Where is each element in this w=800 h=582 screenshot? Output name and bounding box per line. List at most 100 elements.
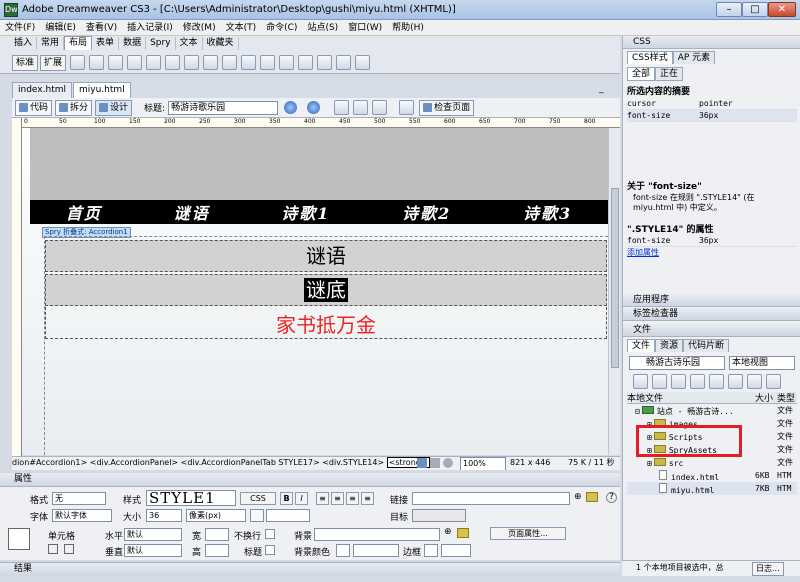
code-view-button[interactable]: 代码 (15, 99, 53, 116)
accordion-panel-tab-riddle[interactable]: 谜语 (45, 240, 607, 272)
design-view[interactable]: 首页 谜语 诗歌1 诗歌2 诗歌3 Spry 折叠式: Accordion1 谜… (22, 128, 608, 455)
spry-tabs-icon[interactable] (165, 55, 181, 70)
view-options-icon[interactable] (353, 100, 369, 115)
col-size[interactable]: 大小 (755, 391, 777, 404)
format-select[interactable]: 无 (52, 492, 106, 505)
standard-mode-button[interactable]: 标准 (12, 54, 39, 71)
visual-aids-icon[interactable] (372, 100, 388, 115)
spry-accordion-icon[interactable] (184, 55, 200, 70)
bold-button[interactable]: B (280, 492, 293, 505)
table-grid-icon[interactable] (222, 55, 238, 70)
close-button[interactable]: ✕ (768, 2, 796, 17)
design-vertical-scrollbar[interactable] (608, 128, 620, 455)
insert-tab-data[interactable]: 数据 (119, 36, 147, 50)
iframe-icon[interactable] (317, 55, 333, 70)
menu-commands[interactable]: 命令(C) (261, 20, 302, 36)
insert-column-right-icon[interactable] (298, 55, 314, 70)
layer-icon[interactable] (89, 55, 105, 70)
add-property-link[interactable]: 添加属性 (627, 247, 659, 258)
tree-row[interactable]: ⊞ src 文件 (627, 456, 797, 469)
header-checkbox[interactable] (265, 545, 275, 555)
snippets-tab[interactable]: 代码片断 (683, 339, 730, 352)
align-center-button[interactable]: ≡ (331, 492, 344, 505)
app-panel-header[interactable]: 应用程序 (623, 294, 800, 307)
doc-tab-index[interactable]: index.html (12, 82, 72, 98)
align-left-button[interactable]: ≡ (316, 492, 329, 505)
rule-row[interactable]: font-size 36px (627, 235, 797, 247)
expand-icon[interactable] (766, 374, 781, 389)
menu-file[interactable]: 文件(F) (0, 20, 40, 36)
spry-collapsible-icon[interactable] (203, 55, 219, 70)
tree-row[interactable]: ⊟ 站点 - 畅游古诗... 文件 (627, 404, 797, 417)
log-button[interactable]: 日志... (752, 562, 784, 576)
page-title-input[interactable]: 畅游诗歌乐园 (168, 100, 279, 115)
preview-globe-icon[interactable] (307, 101, 321, 114)
check-page-button[interactable]: 检查页面 (419, 99, 475, 116)
hand-tool-icon[interactable] (430, 458, 440, 468)
zoom-select[interactable]: 100% (460, 457, 506, 470)
maximize-button[interactable]: □ (742, 2, 768, 17)
expanded-mode-button[interactable]: 扩展 (40, 54, 67, 71)
files-tab[interactable]: 文件 (627, 339, 656, 352)
insert-tab-spry[interactable]: Spry (146, 36, 176, 50)
split-view-button[interactable]: 拆分 (55, 99, 93, 116)
doc-tab-miyu[interactable]: miyu.html (72, 82, 131, 98)
summary-row[interactable]: font-size 36px (627, 110, 797, 122)
bgcolor-swatch[interactable] (336, 544, 350, 557)
menu-insert[interactable]: 插入记录(I) (122, 20, 178, 36)
results-bar[interactable]: 结果 (0, 562, 620, 576)
link-input[interactable] (412, 492, 570, 505)
tree-row[interactable]: miyu.html 7KB HTM (627, 482, 797, 495)
justify-button[interactable]: ≡ (361, 492, 374, 505)
table-icon[interactable] (70, 55, 86, 70)
zoom-tool-icon[interactable] (443, 458, 453, 468)
site-select[interactable]: 畅游古诗乐园 (629, 356, 725, 370)
nav-poem2[interactable]: 诗歌2 (402, 200, 451, 224)
nowrap-checkbox[interactable] (265, 529, 275, 539)
text-color-input[interactable] (266, 509, 310, 522)
put-files-icon[interactable] (690, 374, 705, 389)
width-input[interactable] (205, 528, 229, 541)
accordion-widget[interactable]: 谜语 谜底 家书抵万金 (44, 236, 608, 455)
tag-inspector-header[interactable]: 标签检查器 (623, 308, 800, 321)
style-select[interactable]: STYLE1 (146, 490, 236, 506)
summary-row[interactable]: cursor pointer (627, 98, 797, 110)
minimize-button[interactable]: – (716, 2, 742, 17)
nav-riddle[interactable]: 谜语 (174, 200, 210, 224)
bg-input[interactable] (314, 528, 440, 541)
tree-row[interactable]: index.html 6KB HTM (627, 469, 797, 482)
browser-check-icon[interactable] (284, 101, 298, 114)
spry-menu-icon[interactable] (146, 55, 162, 70)
menu-edit[interactable]: 编辑(E) (40, 20, 81, 36)
css-current-button[interactable]: 正在 (655, 67, 684, 81)
border-color-input[interactable] (441, 544, 471, 557)
insert-tab-favorites[interactable]: 收藏夹 (203, 36, 239, 50)
refresh-files-icon[interactable] (652, 374, 667, 389)
browse-folder-icon[interactable] (586, 492, 598, 502)
css-styles-tab[interactable]: CSS样式 (627, 51, 673, 64)
menu-help[interactable]: 帮助(H) (387, 20, 429, 36)
css-all-button[interactable]: 全部 (627, 67, 656, 81)
get-files-icon[interactable] (671, 374, 686, 389)
validate-icon[interactable] (399, 100, 415, 115)
tag-path[interactable]: dion#Accordion1> <div.AccordionPanel> <d… (12, 458, 384, 467)
bgcolor-input[interactable] (353, 544, 399, 557)
insert-tab-common[interactable]: 常用 (37, 36, 65, 50)
assets-tab[interactable]: 资源 (655, 339, 684, 352)
view-select[interactable]: 本地视图 (729, 356, 795, 370)
align-right-button[interactable]: ≡ (346, 492, 359, 505)
point-to-file-icon[interactable]: ⊕ (574, 492, 582, 502)
horiz-select[interactable]: 默认 (124, 528, 182, 541)
ap-div-icon[interactable] (127, 55, 143, 70)
expand-toggle[interactable]: ⊞ (647, 459, 652, 468)
select-tool-icon[interactable] (417, 458, 427, 468)
menu-modify[interactable]: 修改(M) (178, 20, 221, 36)
design-view-button[interactable]: 设计 (95, 99, 133, 116)
insert-tab-layout[interactable]: 布局 (64, 36, 93, 50)
div-icon[interactable] (108, 55, 124, 70)
css-panel-header[interactable]: CSS (623, 36, 800, 49)
menu-window[interactable]: 窗口(W) (343, 20, 387, 36)
window-size[interactable]: 821 x 446 (510, 457, 550, 469)
accordion-panel-tab-answer[interactable]: 谜底 (45, 274, 607, 306)
ap-elements-tab[interactable]: AP 元素 (672, 51, 716, 64)
